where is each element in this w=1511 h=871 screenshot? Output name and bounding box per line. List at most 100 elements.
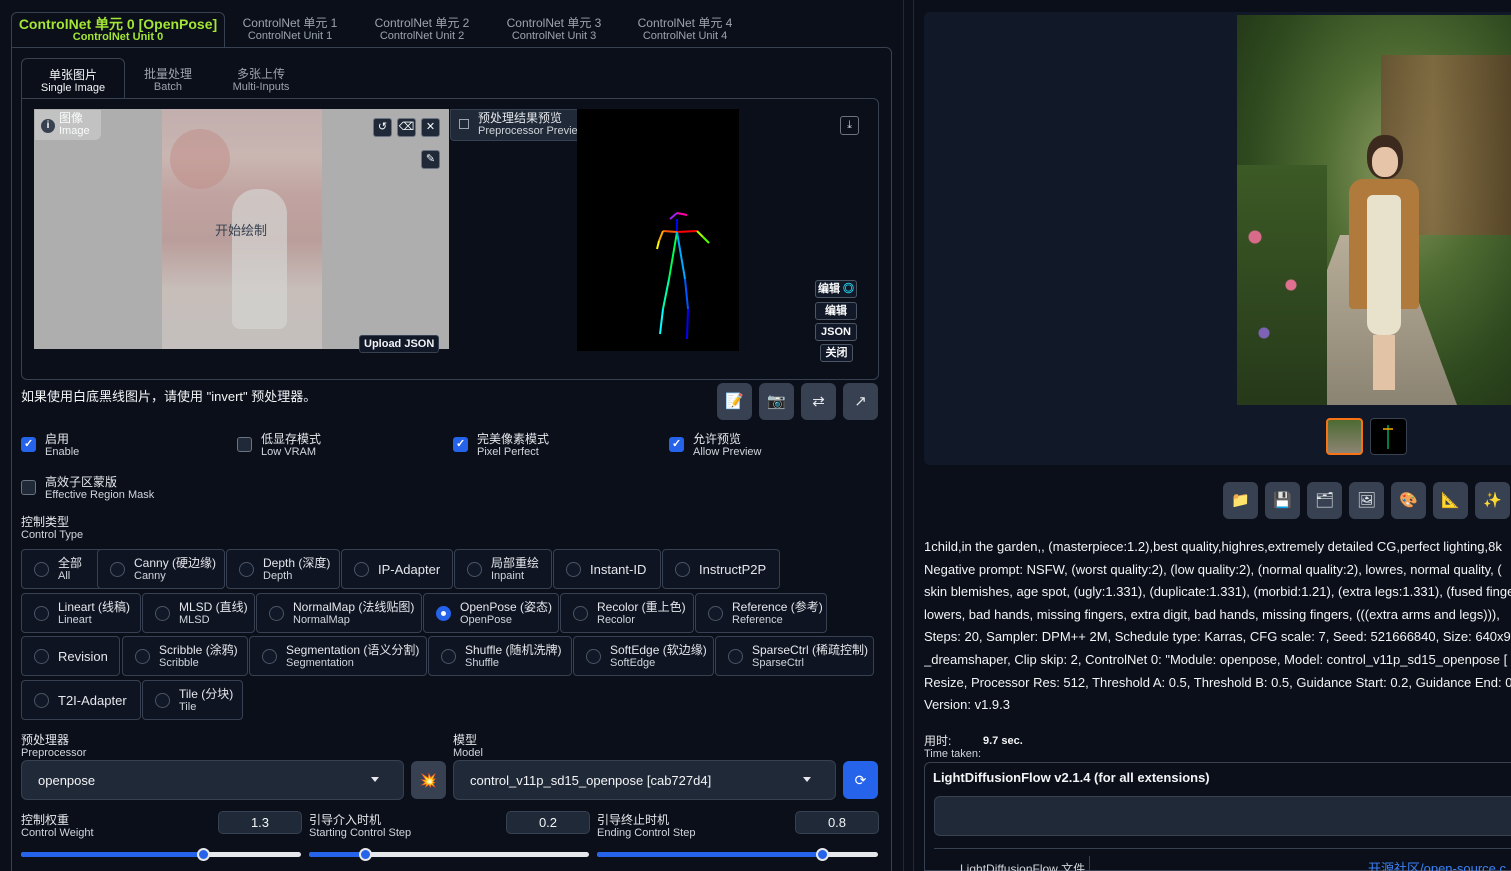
swap-icon[interactable]: ⇄ [801,383,836,420]
label-cn: NormalMap (法线贴图) [293,600,415,614]
send-to-extras-icon[interactable]: 📐 [1433,482,1468,519]
control-type-canny[interactable]: Canny (硬边缘) Canny [97,549,225,589]
send-to-inpaint-icon[interactable]: 🎨 [1391,482,1426,519]
tab-sublabel: Batch [153,81,183,93]
label-cn: 引导终止时机 [597,813,670,827]
control-type-scribble[interactable]: Scribble (涂鸦) Scribble [122,636,248,676]
info-line: Resize, Processor Res: 512, Threshold A:… [924,674,1511,690]
radio-label: SoftEdge (软边缘) SoftEdge [610,644,707,670]
label-cn: SparseCtrl (稀疏控制) [752,643,869,657]
low-vram-checkbox[interactable] [237,437,252,452]
swirl-icon: ◎ [843,283,855,295]
control-type-depth[interactable]: Depth (深度) Depth [226,549,340,589]
edit-button-2[interactable]: 编辑 [815,302,857,320]
dress [1367,195,1401,335]
label-cn: Tile (分块) [179,687,234,701]
brush-icon[interactable]: ✎ [421,150,440,169]
info-line: 1child,in the garden,, (masterpiece:1.2)… [924,539,1502,554]
control-type-lineart[interactable]: Lineart (线稿) Lineart [21,593,141,633]
enable-checkbox[interactable] [21,437,36,452]
starting-step-slider[interactable] [309,848,589,861]
start-drawing-text[interactable]: 开始绘制 [215,220,267,239]
open-source-link[interactable]: 开源社区/open-source c [1368,858,1506,871]
send-to-img2img-icon[interactable]: 🖼 [1349,482,1384,519]
tab-multi-inputs[interactable]: 多张上传 Multi-Inputs [218,58,304,98]
download-icon[interactable]: ⤓ [840,116,859,135]
control-type-tile[interactable]: Tile (分块) Tile [142,680,243,720]
refresh-icon[interactable]: ⟳ [843,761,878,799]
pixel-perfect-checkbox[interactable] [453,437,468,452]
starting-step-label: 引导介入时机 Starting Control Step [309,814,411,840]
upload-json-button[interactable]: Upload JSON [359,335,440,353]
control-type-ip-adapter[interactable]: IP-Adapter [341,549,453,589]
control-type-openpose[interactable]: OpenPose (姿态) OpenPose [423,593,559,633]
model-label: 模型 Model [453,734,483,760]
undo-icon[interactable]: ↺ [373,118,392,137]
control-type-normalmap[interactable]: NormalMap (法线贴图) NormalMap [256,593,422,633]
zip-icon[interactable]: 🗂 [1307,482,1342,519]
tab-batch[interactable]: 批量处理 Batch [128,58,208,98]
control-type-all[interactable]: 全部 All [21,549,103,589]
allow-preview-checkbox[interactable] [669,437,684,452]
thumbnail-pose[interactable] [1370,418,1407,455]
control-type-t2i-adapter[interactable]: T2I-Adapter [21,680,141,720]
tab-unit-1[interactable]: ControlNet 单元 1 ControlNet Unit 1 [232,12,348,48]
sparkle-icon[interactable]: ✨ [1475,482,1510,519]
tab-unit-0[interactable]: ControlNet 单元 0 [OpenPose] ControlNet Un… [11,12,225,48]
starting-step-input[interactable]: 0.2 [506,811,590,834]
generated-image[interactable] [1237,15,1511,405]
edit-button-1[interactable]: 编辑 ◎ [815,280,857,298]
lightdiffusionflow-input[interactable] [934,796,1511,836]
close-button[interactable]: 关闭 [820,344,853,362]
send-dimensions-icon[interactable]: ↗ [843,383,878,420]
control-type-reference[interactable]: Reference (参考) Reference [695,593,827,633]
label-cn: 高效子区蒙版 [45,475,118,489]
radio-dot [467,562,482,577]
camera-icon[interactable]: 📷 [759,383,794,420]
label-en: Enable [45,446,80,458]
control-type-revision[interactable]: Revision [21,636,120,676]
slider-thumb[interactable] [197,848,210,861]
control-type-instant-id[interactable]: Instant-ID [553,549,661,589]
label-cn: 控制类型 [21,515,70,529]
tab-unit-4[interactable]: ControlNet 单元 4 ControlNet Unit 4 [626,12,744,48]
radio-dot [728,649,743,664]
label-cn: Scribble (涂鸦) [159,643,238,657]
control-type-recolor[interactable]: Recolor (重上色) Recolor [560,593,694,633]
slider-thumb[interactable] [816,848,829,861]
radio-dot [34,693,49,708]
control-weight-slider[interactable] [21,848,301,861]
radio-dot [34,606,49,621]
save-icon[interactable]: 💾 [1265,482,1300,519]
control-type-shuffle[interactable]: Shuffle (随机洗牌) Shuffle [428,636,572,676]
ending-step-input[interactable]: 0.8 [795,811,879,834]
control-type-instructp2p[interactable]: InstructP2P [662,549,780,589]
run-preprocessor-icon[interactable]: 💥 [411,761,446,799]
control-weight-input[interactable]: 1.3 [218,811,302,834]
control-type-mlsd[interactable]: MLSD (直线) MLSD [142,593,255,633]
tab-unit-3[interactable]: ControlNet 单元 3 ControlNet Unit 3 [495,12,613,48]
tab-unit-2[interactable]: ControlNet 单元 2 ControlNet Unit 2 [363,12,481,48]
slider-fill [597,852,822,857]
flowers [1237,165,1327,405]
eraser-icon[interactable]: ⌫ [397,118,416,137]
control-type-inpaint[interactable]: 局部重绘 Inpaint [454,549,552,589]
label-cn: 启用 [45,432,70,446]
control-type-segmentation[interactable]: Segmentation (语义分割) Segmentation [249,636,427,676]
folder-icon[interactable]: 📁 [1223,482,1258,519]
tab-single-image[interactable]: 单张图片 Single Image [21,58,125,98]
preprocessor-dropdown[interactable]: openpose [21,760,404,800]
ending-step-slider[interactable] [597,848,878,861]
thumbnail-image[interactable] [1326,418,1363,455]
slider-thumb[interactable] [359,848,372,861]
lightdiffusionflow-file-tab[interactable]: LightDiffusionFlow 文件 [960,860,1085,871]
effective-region-mask-checkbox[interactable] [21,480,36,495]
close-icon[interactable]: ✕ [421,118,440,137]
control-type-sparsectrl[interactable]: SparseCtrl (稀疏控制) SparseCtrl [715,636,874,676]
low-vram-label: 低显存模式 Low VRAM [261,433,321,459]
new-canvas-icon[interactable]: 📝 [717,383,752,420]
label-en: Segmentation [286,657,354,669]
control-type-softedge[interactable]: SoftEdge (软边缘) SoftEdge [573,636,714,676]
model-dropdown[interactable]: control_v11p_sd15_openpose [cab727d4] [453,760,836,800]
json-button[interactable]: JSON [815,323,857,341]
